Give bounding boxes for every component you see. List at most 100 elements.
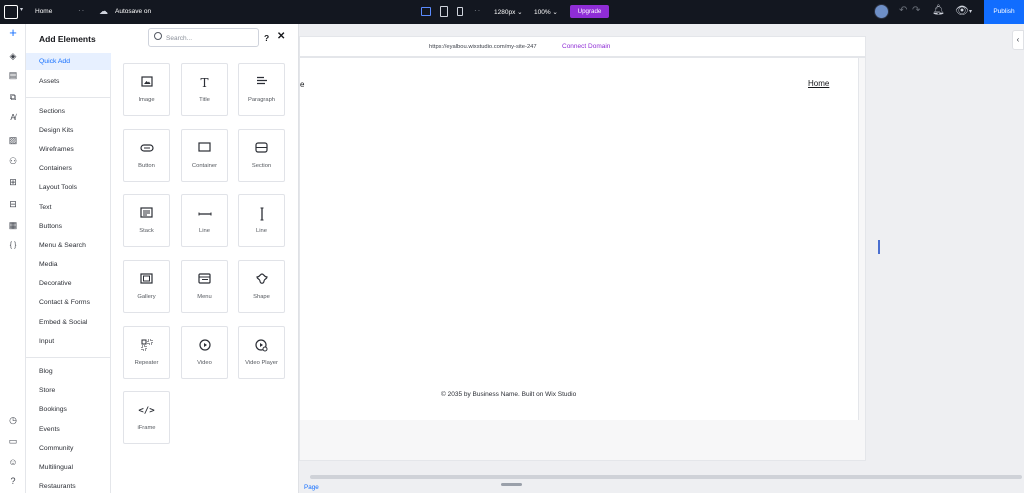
search-box[interactable] — [148, 28, 259, 47]
page-content[interactable]: e Home © 2035 by Business Name. Built on… — [300, 58, 859, 420]
add-iframe-tile[interactable]: </> iFrame — [123, 391, 170, 444]
chevron-left-icon[interactable]: ‹ — [1012, 30, 1024, 50]
add-paragraph-tile[interactable]: Paragraph — [238, 63, 285, 116]
horizontal-scrollbar[interactable] — [310, 475, 1022, 479]
site-structure-icon[interactable]: ⧉ — [7, 91, 19, 103]
publish-button[interactable]: Publish — [984, 0, 1024, 24]
drag-handle[interactable] — [501, 483, 522, 486]
connect-domain-link[interactable]: Connect Domain — [562, 43, 610, 50]
add-horizontal-line-tile[interactable]: Line — [181, 194, 228, 247]
category-restaurants[interactable]: Restaurants — [26, 478, 111, 493]
layers-icon[interactable]: ◈ — [7, 50, 19, 62]
chat-icon[interactable]: ▭ — [7, 435, 19, 447]
tile-label: Title — [199, 97, 210, 103]
category-embed-social[interactable]: Embed & Social — [26, 314, 111, 331]
tile-label: Line — [256, 228, 267, 234]
add-gallery-tile[interactable]: Gallery — [123, 260, 170, 313]
category-blog[interactable]: Blog — [26, 363, 111, 380]
more-dots-icon[interactable]: ·· — [78, 6, 85, 15]
category-text[interactable]: Text — [26, 199, 111, 216]
resize-handle[interactable] — [878, 240, 880, 254]
title-icon: T — [200, 76, 209, 90]
category-menu-search[interactable]: Menu & Search — [26, 237, 111, 254]
page-tag[interactable]: Page — [304, 484, 319, 491]
media-icon[interactable]: ▨ — [7, 134, 19, 146]
category-assets[interactable]: Assets — [26, 73, 111, 90]
add-repeater-tile[interactable]: Repeater — [123, 326, 170, 379]
category-sections[interactable]: Sections — [26, 103, 111, 120]
add-video-tile[interactable]: Video — [181, 326, 228, 379]
add-video-player-tile[interactable]: Video Player — [238, 326, 285, 379]
chevron-down-icon[interactable]: ▾ — [969, 8, 972, 15]
category-containers[interactable]: Containers — [26, 160, 111, 177]
tile-label: Menu — [197, 294, 212, 300]
page-canvas[interactable]: e Home © 2035 by Business Name. Built on… — [299, 57, 866, 461]
category-wireframes[interactable]: Wireframes — [26, 141, 111, 158]
page-switcher[interactable]: Home — [35, 8, 52, 15]
add-menu-tile[interactable]: Menu — [181, 260, 228, 313]
community-icon[interactable]: ☺ — [7, 456, 19, 468]
vertical-line-icon — [239, 207, 284, 221]
text-theme-icon[interactable]: A̸ — [7, 112, 19, 124]
apps-icon[interactable]: ⚇ — [7, 155, 19, 167]
components-icon[interactable]: ⊞ — [7, 176, 19, 188]
add-vertical-line-tile[interactable]: Line — [238, 194, 285, 247]
category-store[interactable]: Store — [26, 382, 111, 399]
horizontal-line-icon — [182, 207, 227, 221]
add-elements-icon[interactable]: + — [7, 26, 19, 39]
desktop-view-icon[interactable] — [421, 7, 431, 16]
category-community[interactable]: Community — [26, 440, 111, 457]
cms-icon[interactable]: ▦ — [7, 219, 19, 231]
category-multilingual[interactable]: Multilingual — [26, 459, 111, 476]
add-button-tile[interactable]: Button — [123, 129, 170, 182]
category-contact-forms[interactable]: Contact & Forms — [26, 294, 111, 311]
close-icon[interactable]: ✕ — [277, 31, 285, 42]
add-shape-tile[interactable]: Shape — [238, 260, 285, 313]
left-toolbar: + ◈ ▤ ⧉ A̸ ▨ ⚇ ⊞ ⊟ ▦ { } ◷ ▭ ☺ ? — [0, 24, 26, 493]
avatar[interactable] — [874, 4, 889, 19]
upgrade-button[interactable]: Upgrade — [570, 5, 609, 18]
pages-icon[interactable]: ▤ — [7, 69, 19, 81]
more-breakpoints-icon[interactable]: ·· — [474, 6, 481, 15]
category-events[interactable]: Events — [26, 421, 111, 438]
header-text-fragment[interactable]: e — [300, 80, 304, 89]
design-kit-icon[interactable]: ⊟ — [7, 198, 19, 210]
nav-link-home[interactable]: Home — [808, 79, 829, 88]
tile-label: Button — [138, 163, 155, 169]
code-braces-icon[interactable]: { } — [7, 240, 19, 252]
bell-icon[interactable]: 🔔︎ — [932, 5, 945, 16]
footer-text[interactable]: © 2035 by Business Name. Built on Wix St… — [441, 391, 576, 398]
help-icon[interactable]: ? — [7, 475, 19, 487]
help-button[interactable]: ? — [264, 33, 269, 43]
category-media[interactable]: Media — [26, 256, 111, 273]
tile-label: Stack — [139, 228, 154, 234]
site-url[interactable]: https://eyalbou.wixstudio.com/my-site-24… — [429, 44, 537, 50]
history-icon[interactable]: ◷ — [7, 414, 19, 426]
wix-logo-menu-icon[interactable] — [4, 5, 18, 19]
mobile-view-icon[interactable] — [457, 7, 463, 16]
undo-icon[interactable]: ↶ — [899, 5, 907, 16]
chevron-down-icon[interactable]: ▾ — [20, 6, 23, 13]
category-design-kits[interactable]: Design Kits — [26, 122, 111, 139]
category-buttons[interactable]: Buttons — [26, 218, 111, 235]
category-input[interactable]: Input — [26, 333, 111, 350]
search-input[interactable] — [166, 32, 256, 44]
category-bookings[interactable]: Bookings — [26, 401, 111, 418]
add-stack-tile[interactable]: Stack — [123, 194, 170, 247]
category-decorative[interactable]: Decorative — [26, 275, 111, 292]
cloud-check-icon: ☁ — [99, 6, 108, 16]
button-icon — [124, 142, 169, 156]
category-layout-tools[interactable]: Layout Tools — [26, 179, 111, 196]
tile-label: Gallery — [137, 294, 156, 300]
zoom-dropdown[interactable]: 100% ⌄ — [534, 8, 558, 16]
add-image-tile[interactable]: Image — [123, 63, 170, 116]
tile-label: Video — [197, 360, 212, 366]
category-quick-add[interactable]: Quick Add — [26, 53, 111, 70]
preview-eye-icon[interactable]: 👁︎ — [955, 4, 969, 17]
redo-icon[interactable]: ↷ — [912, 5, 920, 16]
tablet-view-icon[interactable] — [440, 6, 448, 17]
canvas-width-dropdown[interactable]: 1280px ⌄ — [494, 8, 523, 16]
add-container-tile[interactable]: Container — [181, 129, 228, 182]
add-section-tile[interactable]: Section — [238, 129, 285, 182]
add-title-tile[interactable]: T Title — [181, 63, 228, 116]
